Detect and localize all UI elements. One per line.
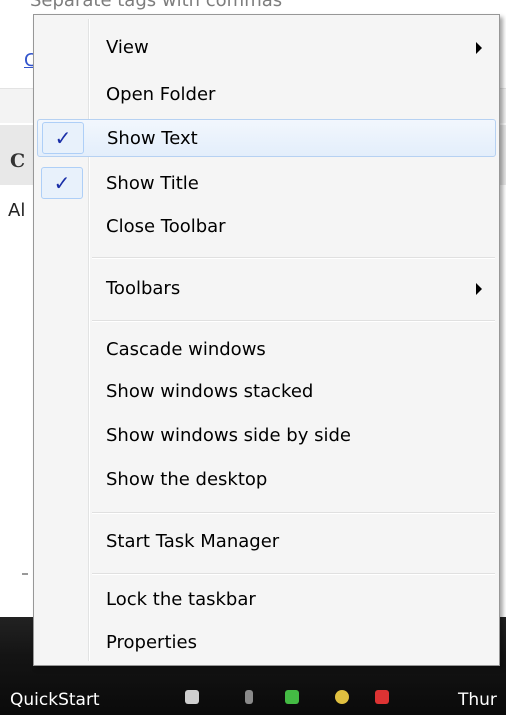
menu-item-label: Show Title	[106, 173, 199, 194]
menu-item-properties[interactable]: Properties	[37, 624, 496, 662]
menu-separator	[92, 257, 495, 259]
menu-item-show-title[interactable]: ✓ Show Title	[37, 165, 496, 203]
menu-item-cascade-windows[interactable]: Cascade windows	[37, 331, 496, 369]
background-header-text: C	[10, 150, 26, 172]
menu-item-label: Show the desktop	[106, 469, 268, 490]
tray-app-icon[interactable]	[375, 690, 389, 704]
menu-item-label: Close Toolbar	[106, 216, 226, 237]
quickstart-toolbar-label[interactable]: QuickStart	[10, 690, 100, 710]
menu-item-lock-taskbar[interactable]: Lock the taskbar	[37, 581, 496, 619]
menu-item-start-task-manager[interactable]: Start Task Manager	[37, 523, 496, 561]
menu-item-label: Start Task Manager	[106, 531, 280, 552]
checkmark-icon: ✓	[42, 122, 84, 154]
taskbar-clock[interactable]: Thur	[458, 690, 497, 710]
tray-app-icon[interactable]	[335, 690, 349, 704]
menu-item-show-text[interactable]: ✓ Show Text	[37, 119, 496, 157]
menu-item-label: Properties	[106, 632, 197, 653]
background-divider	[22, 573, 28, 575]
screen: Separate tags with commas C C Al QuickSt…	[0, 0, 506, 715]
taskbar-context-menu: View Open Folder ✓ Show Text ✓ Show Titl…	[33, 14, 500, 666]
background-body-text: Al	[8, 200, 26, 221]
submenu-arrow-icon	[476, 283, 482, 295]
menu-item-show-windows-stacked[interactable]: Show windows stacked	[37, 373, 496, 411]
menu-item-toolbars[interactable]: Toolbars	[37, 270, 496, 308]
menu-item-show-desktop[interactable]: Show the desktop	[37, 461, 496, 499]
menu-item-label: Show windows side by side	[106, 425, 351, 446]
menu-separator	[92, 573, 495, 575]
menu-item-label: Open Folder	[106, 84, 216, 105]
menu-item-open-folder[interactable]: Open Folder	[37, 76, 496, 114]
submenu-arrow-icon	[476, 42, 482, 54]
tray-app-icon[interactable]	[185, 690, 199, 704]
menu-item-label: Cascade windows	[106, 339, 266, 360]
tray-app-icon[interactable]	[285, 690, 299, 704]
menu-item-label: Toolbars	[106, 278, 181, 299]
menu-item-label: Lock the taskbar	[106, 589, 256, 610]
tray-app-icon[interactable]	[245, 690, 253, 704]
menu-separator	[92, 320, 495, 322]
menu-item-label: View	[106, 37, 149, 58]
menu-item-close-toolbar[interactable]: Close Toolbar	[37, 208, 496, 246]
menu-item-view[interactable]: View	[37, 29, 496, 67]
tags-hint-text: Separate tags with commas	[30, 0, 283, 11]
checkmark-icon: ✓	[41, 167, 83, 199]
menu-item-show-windows-side-by-side[interactable]: Show windows side by side	[37, 417, 496, 455]
menu-item-label: Show windows stacked	[106, 381, 314, 402]
menu-item-label: Show Text	[107, 128, 198, 149]
menu-separator	[92, 512, 495, 514]
